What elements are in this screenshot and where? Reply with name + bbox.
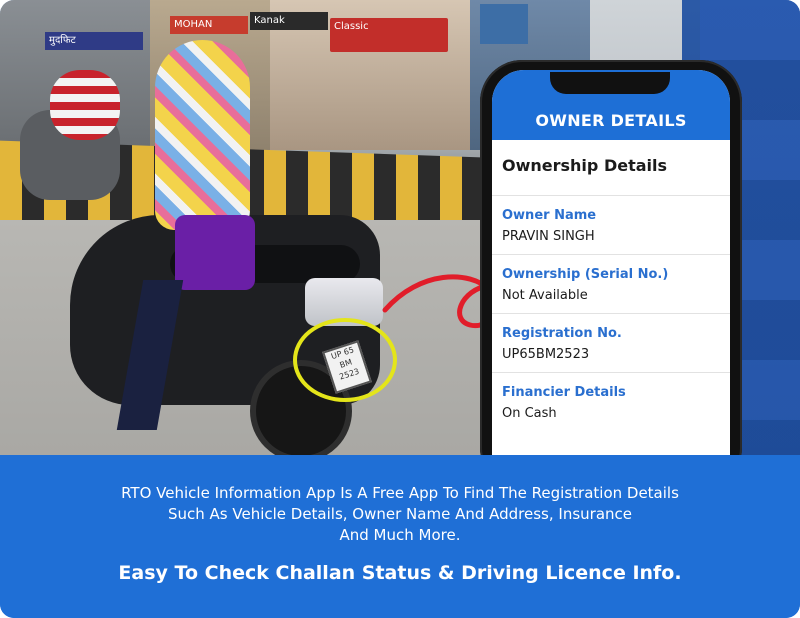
- field-label: Owner Name: [502, 208, 597, 223]
- field-owner-name: Owner Name PRAVIN SINGH: [492, 196, 730, 255]
- rider-scarf: [155, 40, 250, 230]
- field-value: PRAVIN SINGH: [502, 229, 595, 244]
- phone-screen: OWNER DETAILS Ownership Details Owner Na…: [492, 70, 730, 490]
- field-registration-no: Registration No. UP65BM2523: [492, 314, 730, 373]
- shop-sign: Classic: [330, 18, 448, 52]
- description-line: And Much More.: [339, 526, 461, 544]
- field-value: Not Available: [502, 288, 588, 303]
- field-financier-details: Financier Details On Cash: [492, 373, 730, 431]
- description-line: Such As Vehicle Details, Owner Name And …: [167, 505, 633, 523]
- description-line: RTO Vehicle Information App Is A Free Ap…: [121, 484, 679, 502]
- shop-sign: MOHAN: [170, 16, 248, 34]
- field-value: On Cash: [502, 406, 557, 421]
- field-label: Ownership (Serial No.): [502, 267, 669, 282]
- promo-frame: मुदफिट MOHAN Kanak Classic UP 65 BM 2523…: [0, 0, 800, 618]
- shop-sign-blank: [480, 4, 528, 44]
- shop-sign: Kanak: [250, 12, 328, 30]
- background-rider: [50, 70, 120, 140]
- field-label: Financier Details: [502, 385, 626, 400]
- field-label: Registration No.: [502, 326, 622, 341]
- shop-sign: मुदफिट: [45, 32, 143, 50]
- rider-body: [175, 215, 255, 290]
- banner-description: RTO Vehicle Information App Is A Free Ap…: [40, 483, 760, 546]
- phone-mockup: OWNER DETAILS Ownership Details Owner Na…: [480, 60, 742, 490]
- field-value: UP65BM2523: [502, 347, 590, 362]
- rider: [116, 40, 255, 430]
- banner-tagline: Easy To Check Challan Status & Driving L…: [118, 562, 682, 584]
- field-ownership-serial: Ownership (Serial No.) Not Available: [492, 255, 730, 314]
- section-title: Ownership Details: [492, 140, 730, 196]
- bottom-banner: RTO Vehicle Information App Is A Free Ap…: [0, 455, 800, 618]
- phone-notch: [550, 72, 670, 94]
